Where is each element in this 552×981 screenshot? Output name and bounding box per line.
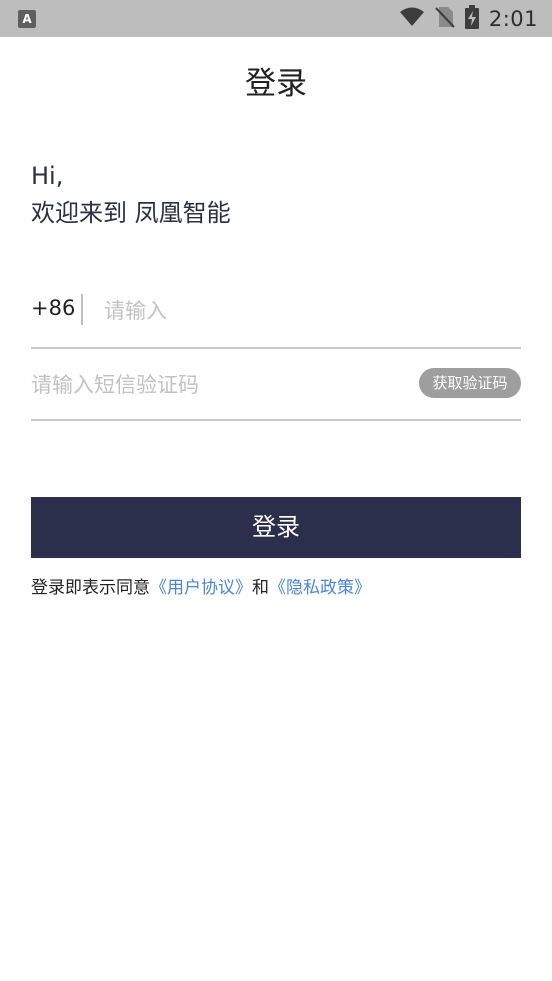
battery-charging-icon bbox=[464, 4, 479, 33]
wifi-icon bbox=[399, 7, 425, 31]
greeting-welcome: 欢迎来到 凤凰智能 bbox=[31, 199, 231, 227]
country-code-selector[interactable]: +86 bbox=[31, 296, 75, 320]
user-agreement-link[interactable]: 《用户协议》 bbox=[150, 578, 252, 598]
phone-input[interactable] bbox=[104, 293, 504, 329]
status-time: 2:01 bbox=[488, 6, 538, 31]
page-title: 登录 bbox=[245, 66, 307, 102]
app-notification-icon: A bbox=[18, 10, 36, 28]
status-icons: 2:01 bbox=[399, 0, 538, 37]
agreement-conjunction: 和 bbox=[252, 578, 269, 598]
country-code-divider bbox=[81, 294, 83, 325]
privacy-policy-link[interactable]: 《隐私政策》 bbox=[269, 578, 371, 598]
sms-code-field-row: 获取验证码 bbox=[31, 357, 521, 421]
greeting: Hi, 欢迎来到 凤凰智能 bbox=[31, 158, 231, 232]
get-code-button[interactable]: 获取验证码 bbox=[419, 368, 521, 398]
login-button[interactable]: 登录 bbox=[31, 497, 521, 558]
sms-code-input[interactable] bbox=[31, 366, 391, 404]
greeting-hi: Hi, bbox=[31, 162, 64, 190]
status-bar: A 2:01 bbox=[0, 0, 552, 37]
phone-field-row: +86 bbox=[31, 283, 521, 349]
agreement-prefix: 登录即表示同意 bbox=[31, 578, 150, 598]
no-sim-icon bbox=[435, 6, 455, 32]
agreement-text: 登录即表示同意《用户协议》和《隐私政策》 bbox=[31, 575, 371, 601]
